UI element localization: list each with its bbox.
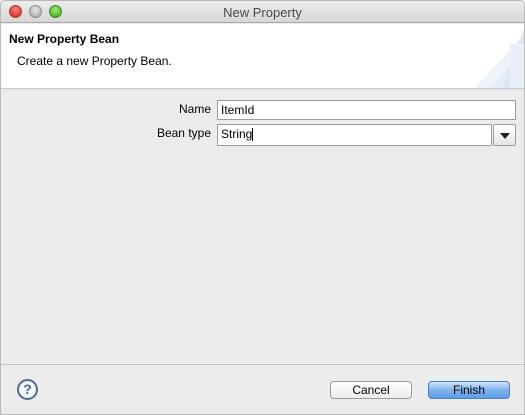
banner-divider: [1, 90, 524, 92]
text-cursor: [252, 128, 254, 141]
chevron-down-icon: [500, 133, 510, 139]
bean-type-label: Bean type: [156, 126, 211, 140]
wizard-banner: New Property Bean Create a new Property …: [1, 24, 524, 89]
dialog-window: New Property New Property Bean Create a …: [0, 0, 525, 415]
bean-type-dropdown-button[interactable]: [493, 124, 516, 146]
name-label: Name: [178, 102, 211, 116]
banner-description: Create a new Property Bean.: [17, 54, 172, 68]
banner-decoration-graphic: [474, 29, 524, 88]
footer-divider: [1, 364, 524, 365]
help-button[interactable]: ?: [17, 379, 38, 400]
window-title: New Property: [223, 5, 302, 20]
bean-type-value: String: [221, 127, 253, 141]
finish-button[interactable]: Finish: [428, 381, 510, 399]
name-field[interactable]: ItemId: [217, 100, 516, 120]
cancel-button[interactable]: Cancel: [330, 381, 412, 399]
banner-title: New Property Bean: [9, 32, 120, 46]
bean-type-field[interactable]: String: [217, 124, 492, 146]
title-bar: New Property: [1, 1, 524, 23]
